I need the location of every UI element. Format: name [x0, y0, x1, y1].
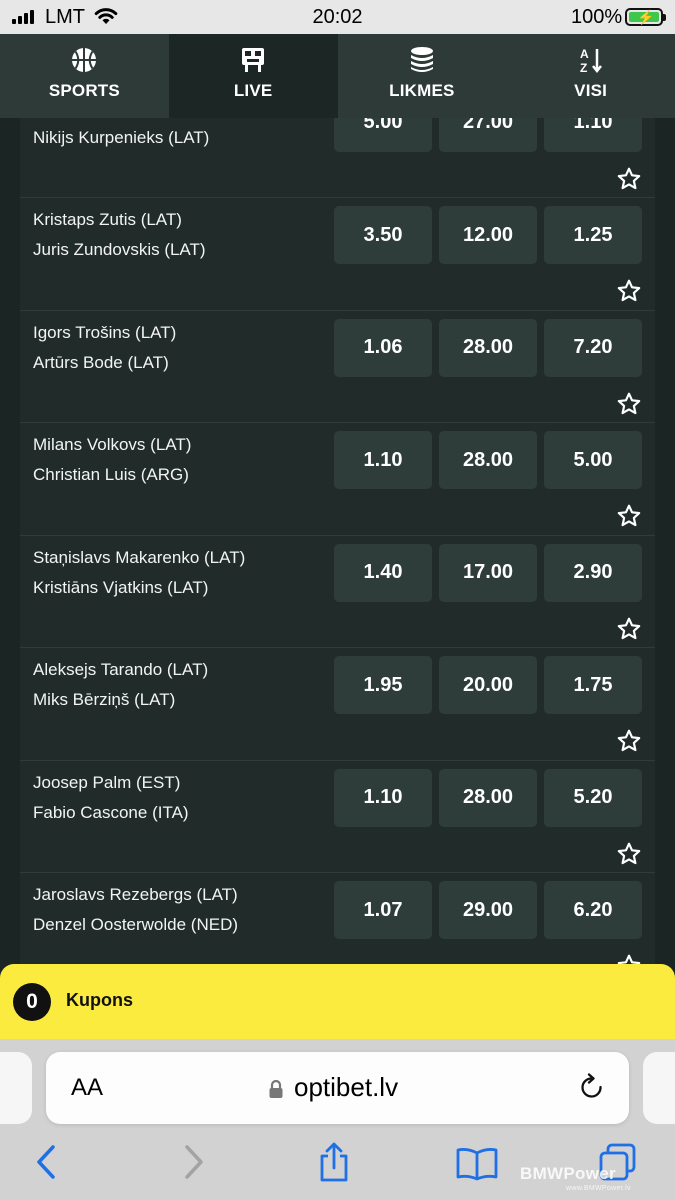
tab-sports[interactable]: SPORTS — [0, 34, 169, 118]
coins-stack-icon — [410, 47, 433, 72]
match-row: Igors Trošins (LAT) Artūrs Bode (LAT) 1.… — [20, 311, 655, 423]
top-navigation: SPORTS LIVE LIKMES A Z VISI — [0, 34, 675, 118]
sort-az-icon: A Z — [580, 47, 602, 74]
svg-text:Z: Z — [580, 61, 587, 74]
odds-button-x[interactable]: 28.00 — [439, 318, 537, 377]
match-row: Jaroslavs Rezebergs (LAT) Denzel Oosterw… — [20, 873, 655, 964]
svg-text:A: A — [580, 47, 589, 61]
player-home: Jaroslavs Rezebergs (LAT) — [33, 885, 238, 904]
favorite-star-icon[interactable] — [616, 728, 642, 754]
odds-button-x[interactable]: 20.00 — [439, 656, 537, 714]
odds-button-2[interactable]: 1.75 — [544, 656, 642, 714]
favorite-star-icon[interactable] — [616, 503, 642, 529]
odds-button-x[interactable]: 28.00 — [439, 768, 537, 827]
text-size-label: AA — [71, 1074, 104, 1101]
player-home: Milans Volkovs (LAT) — [33, 435, 192, 454]
odds-button-1[interactable]: 1.40 — [334, 543, 432, 602]
odds-button-x[interactable]: 27.00 — [439, 118, 537, 152]
tab-likmes-label: LIKMES — [389, 81, 455, 100]
odds-button-2[interactable]: 2.90 — [544, 543, 642, 602]
battery-percentage: 100% — [571, 6, 623, 28]
tab-visi[interactable]: A Z VISI — [506, 34, 675, 118]
bookmarks-icon[interactable] — [456, 1147, 498, 1181]
favorite-star-icon[interactable] — [616, 278, 642, 304]
kupons-label: Kupons — [66, 990, 133, 1010]
favorite-star-icon[interactable] — [616, 616, 642, 642]
favorite-star-icon[interactable] — [616, 166, 642, 192]
favorite-star-icon[interactable] — [616, 953, 642, 964]
kupons-bar[interactable]: 0 Kupons — [0, 964, 675, 1039]
tab-visi-label: VISI — [574, 81, 608, 100]
player-away: Christian Luis (ARG) — [33, 465, 189, 484]
odds-button-2[interactable]: 6.20 — [544, 881, 642, 939]
odds-button-1[interactable]: 1.10 — [334, 768, 432, 827]
player-away: Juris Zundovskis (LAT) — [33, 240, 206, 259]
odds-button-1[interactable]: 1.06 — [334, 318, 432, 377]
odds-button-2[interactable]: 5.00 — [544, 431, 642, 489]
tab-live[interactable]: LIVE — [168, 34, 338, 118]
odds-button-2[interactable]: 1.10 — [544, 118, 642, 152]
player-home: Kristaps Zutis (LAT) — [33, 210, 182, 229]
odds-button-x[interactable]: 28.00 — [439, 431, 537, 489]
next-tab-card[interactable] — [643, 1052, 675, 1124]
odds-button-2[interactable]: 5.20 — [544, 768, 642, 827]
odds-button-2[interactable]: 7.20 — [544, 318, 642, 377]
match-row: Nikijs Kurpenieks (LAT) 5.00 27.00 1.10 — [20, 118, 655, 198]
odds-button-x[interactable]: 29.00 — [439, 881, 537, 939]
player-home: Joosep Palm (EST) — [33, 772, 181, 792]
address-bar[interactable]: AA optibet.lv — [46, 1052, 629, 1124]
tab-sports-label: SPORTS — [48, 81, 120, 100]
back-arrow-icon[interactable] — [34, 1144, 58, 1180]
odds-button-1[interactable]: 1.10 — [334, 431, 432, 489]
url-text: optibet.lv — [294, 1072, 399, 1102]
match-row: Joosep Palm (EST) Fabio Cascone (ITA) 1.… — [20, 761, 655, 873]
odds-button-x[interactable]: 12.00 — [439, 206, 537, 264]
match-row: Aleksejs Tarando (LAT) Miks Bērziņš (LAT… — [20, 648, 655, 761]
player-away: Kristiāns Vjatkins (LAT) — [33, 577, 209, 597]
lock-icon — [269, 1079, 283, 1098]
tab-live-label: LIVE — [233, 81, 273, 100]
share-icon[interactable] — [318, 1141, 350, 1183]
forward-arrow-icon[interactable] — [182, 1144, 206, 1180]
kupons-count-badge: 0 — [13, 983, 51, 1021]
odds-button-1[interactable]: 1.07 — [334, 881, 432, 939]
player-home: Igors Trošins (LAT) — [33, 322, 177, 342]
watermark-logo: BMWPower www.BMWPower.lv — [520, 1164, 630, 1192]
match-row: Milans Volkovs (LAT) Christian Luis (ARG… — [20, 423, 655, 536]
basketball-icon — [72, 48, 97, 72]
player-away: Nikijs Kurpenieks (LAT) — [33, 127, 210, 147]
watermark-brand: BMWPower — [520, 1164, 616, 1183]
match-list: Nikijs Kurpenieks (LAT) 5.00 27.00 1.10 … — [20, 118, 655, 964]
odds-button-2[interactable]: 1.25 — [544, 206, 642, 264]
odds-button-1[interactable]: 5.00 — [334, 118, 432, 152]
match-row: Kristaps Zutis (LAT) Juris Zundovskis (L… — [20, 198, 655, 311]
favorite-star-icon[interactable] — [616, 391, 642, 417]
odds-button-1[interactable]: 3.50 — [334, 206, 432, 264]
status-bar: LMT 20:02 100% ⚡ — [0, 0, 675, 34]
text-size-button[interactable]: AA — [71, 1074, 103, 1102]
scoreboard-icon — [242, 48, 265, 72]
player-away: Miks Bērziņš (LAT) — [33, 690, 176, 709]
player-home: Aleksejs Tarando (LAT) — [33, 660, 209, 679]
favorite-star-icon[interactable] — [616, 841, 642, 867]
player-away: Denzel Oosterwolde (NED) — [33, 915, 239, 934]
match-row: Staņislavs Makarenko (LAT) Kristiāns Vja… — [20, 536, 655, 648]
odds-button-x[interactable]: 17.00 — [439, 543, 537, 602]
tab-likmes[interactable]: LIKMES — [337, 34, 507, 118]
player-away: Fabio Cascone (ITA) — [33, 802, 189, 822]
previous-tab-card[interactable] — [0, 1052, 32, 1124]
watermark-url: www.BMWPower.lv — [566, 1185, 631, 1192]
player-home: Staņislavs Makarenko (LAT) — [33, 547, 246, 567]
reload-icon[interactable] — [578, 1073, 606, 1103]
player-away: Artūrs Bode (LAT) — [33, 352, 169, 372]
odds-button-1[interactable]: 1.95 — [334, 656, 432, 714]
battery-charging-icon: ⚡ — [625, 8, 666, 26]
